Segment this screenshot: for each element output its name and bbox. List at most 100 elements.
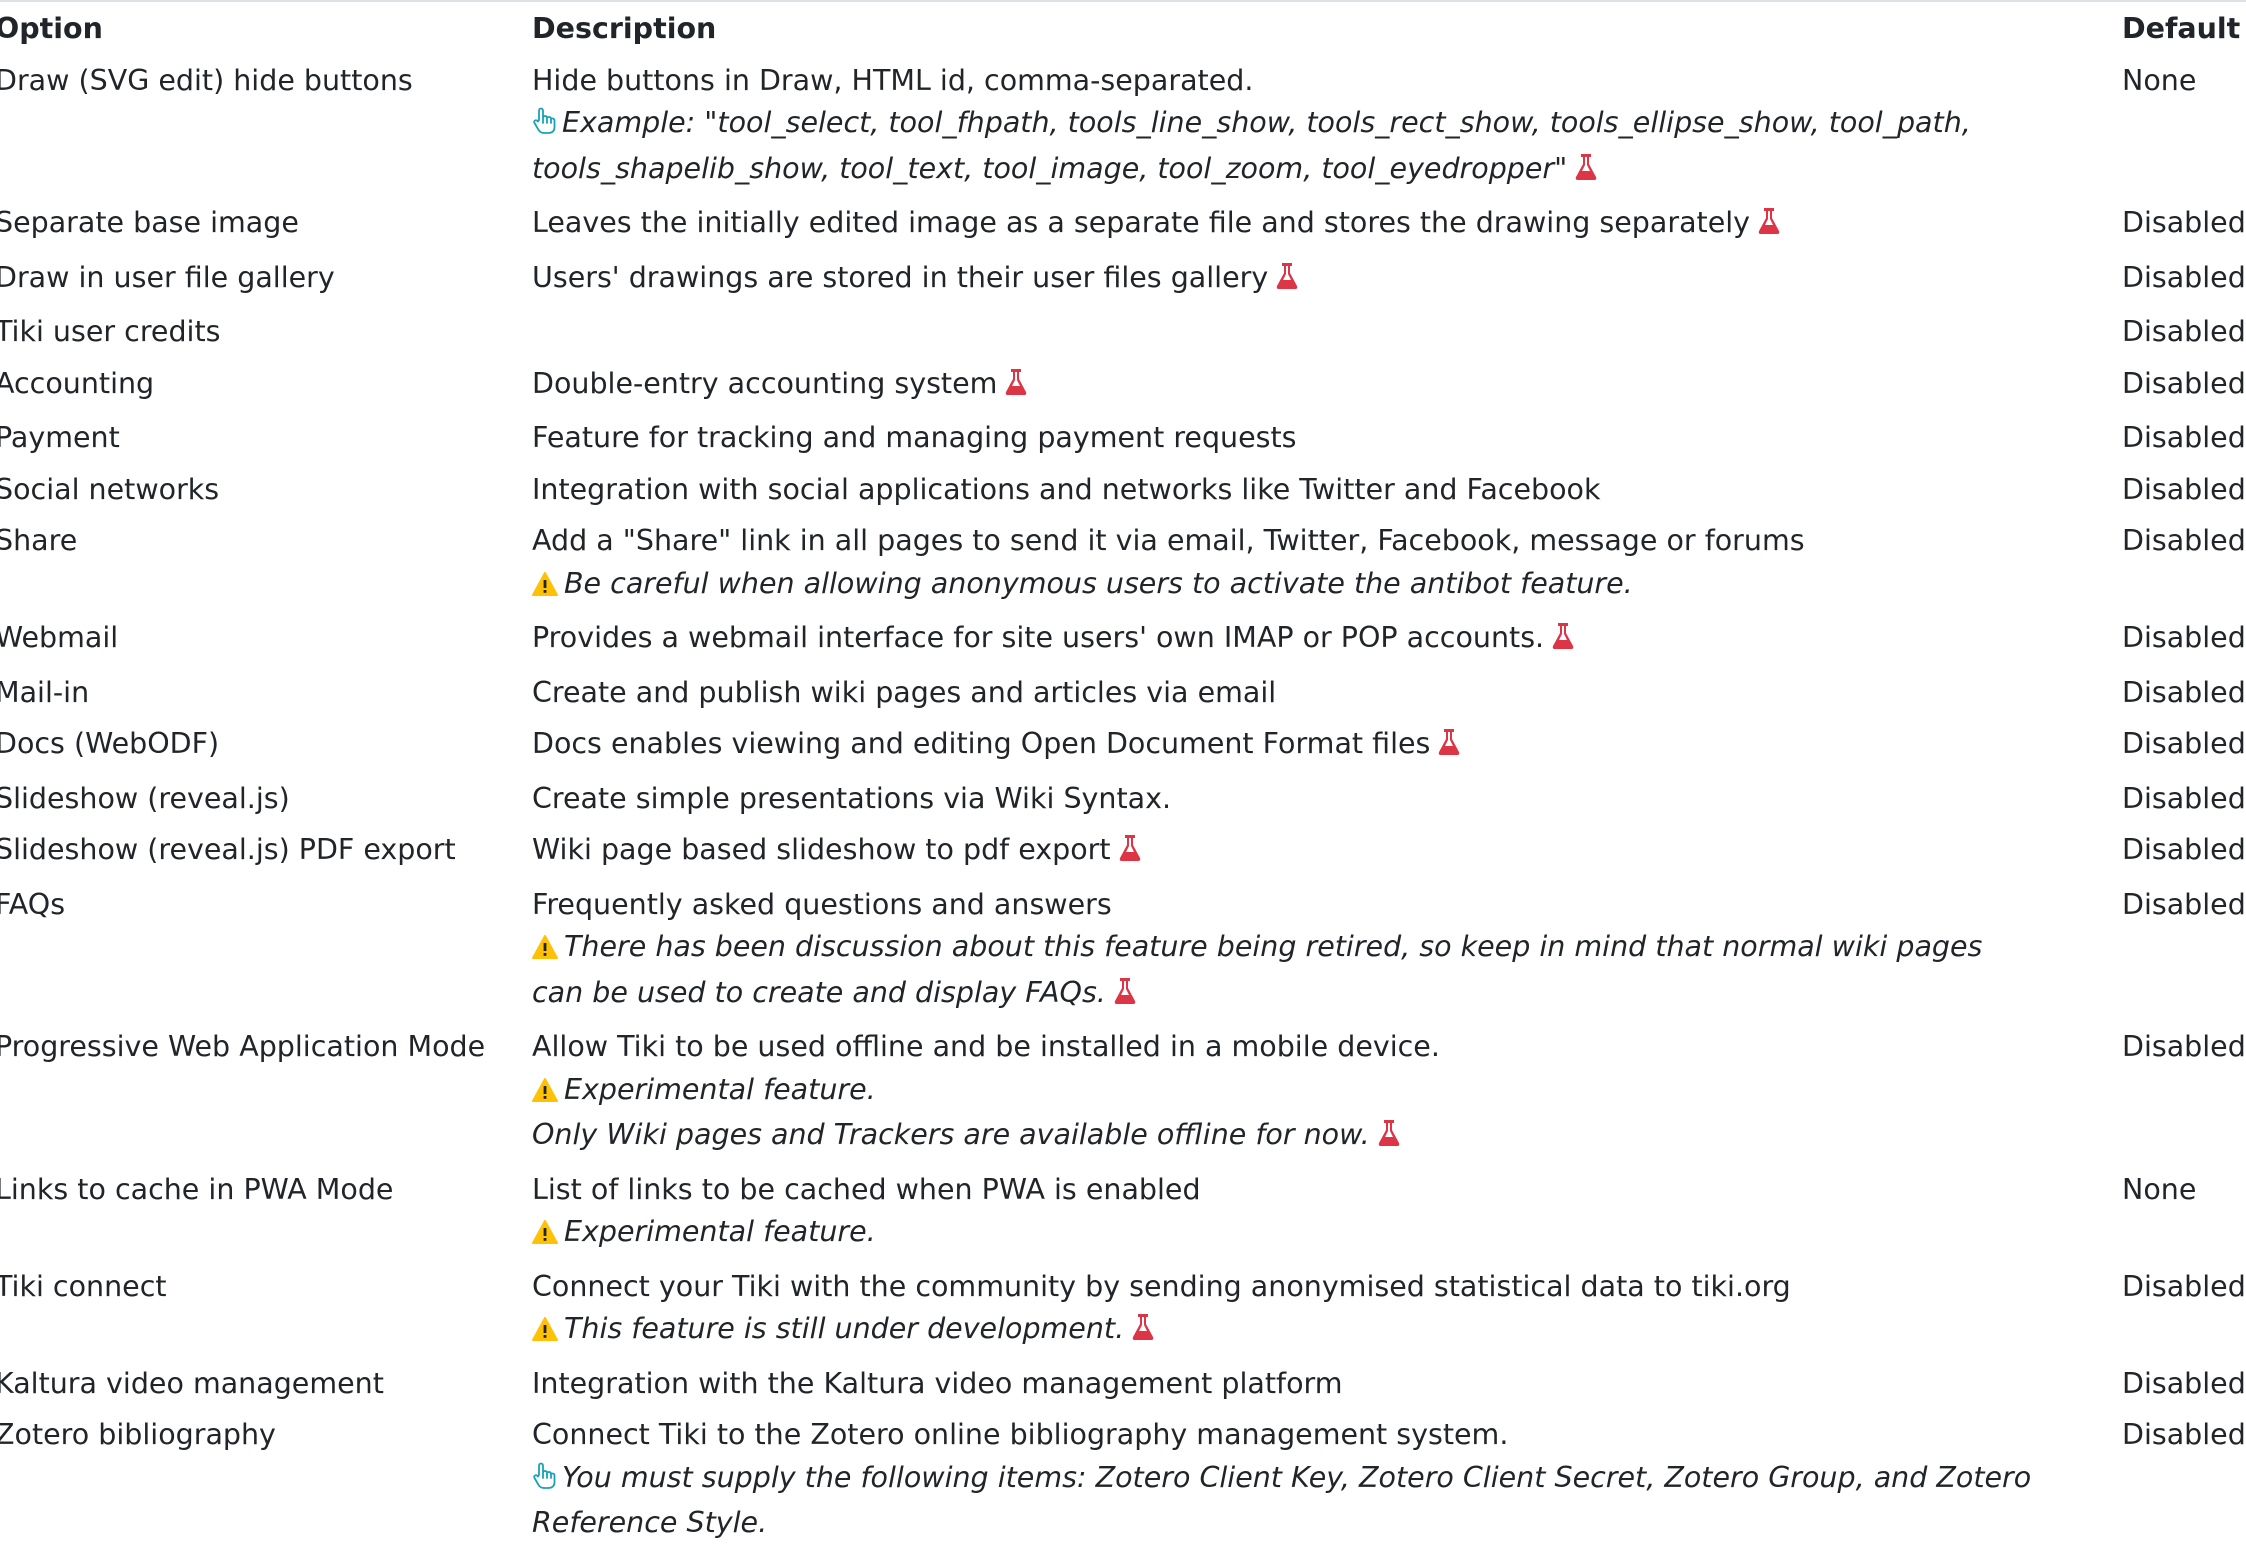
option-default-value: Disabled (2122, 315, 2246, 348)
option-description: Wiki page based slideshow to pdf export (532, 824, 2122, 879)
column-header-default: Default (2122, 12, 2241, 45)
pointing-hand-icon (532, 105, 556, 148)
option-name: Accounting (0, 366, 155, 400)
option-description: Frequently asked questions and answers Th… (532, 879, 2122, 1022)
option-description (532, 306, 2122, 358)
option-default-value: Disabled (2122, 472, 2246, 506)
warning-icon (532, 1072, 558, 1115)
option-name: Slideshow (reveal.js) PDF export (0, 833, 456, 866)
option-default-value: Disabled (2122, 206, 2246, 239)
option-name: Draw (SVG edit) hide buttons (0, 63, 413, 97)
description-text: Create simple presentations via Wiki Syn… (532, 781, 1172, 815)
description-main: Users' drawings are stored in their user… (532, 257, 2122, 303)
note-text: This feature is still under development. (564, 1312, 1125, 1345)
table-row: FAQs Frequently asked questions and answe… (0, 879, 2246, 1022)
flask-icon (1552, 620, 1574, 663)
description-note: Experimental feature. (532, 1211, 2122, 1257)
option-description: Allow Tiki to be used offline and be ins… (532, 1021, 2122, 1164)
note-text: Experimental feature. (564, 1215, 876, 1248)
description-text: List of links to be cached when PWA is e… (532, 1172, 1201, 1206)
description-text: Users' drawings are stored in their user… (532, 260, 1269, 294)
description-main: Double-entry accounting system (532, 363, 2122, 409)
feature-options-table: Option Description Default Draw (SVG edi… (0, 2, 2246, 1549)
description-text: Add a "Share" link in all pages to send … (532, 524, 1805, 557)
note-text: Only Wiki pages and Trackers are availab… (532, 1118, 1370, 1151)
option-name: FAQs (0, 887, 66, 921)
description-main: Connect your Tiki with the community by … (532, 1266, 2122, 1309)
pointing-hand-icon (532, 1460, 556, 1503)
description-note: You must supply the following items: Zot… (532, 1457, 2122, 1503)
flask-icon (1119, 832, 1141, 875)
option-name: Share (0, 524, 78, 557)
description-main: Connect Tiki to the Zotero online biblio… (532, 1414, 2122, 1457)
description-text: Connect your Tiki with the community by … (532, 1269, 1791, 1303)
description-main: List of links to be cached when PWA is e… (532, 1169, 2122, 1212)
description-note: tools_shapelib_show, tool_text, tool_ima… (532, 148, 2122, 194)
option-description: Docs enables viewing and editing Open Do… (532, 718, 2122, 773)
option-default-value: Disabled (2122, 621, 2246, 654)
note-text: You must supply the following items: Zot… (562, 1460, 2032, 1494)
description-main: Add a "Share" link in all pages to send … (532, 520, 2122, 563)
option-default-value: Disabled (2122, 260, 2246, 294)
option-default-value: Disabled (2122, 524, 2246, 557)
description-main: Integration with the Kaltura video manag… (532, 1363, 2122, 1406)
note-text: There has been discussion about this fea… (564, 930, 1983, 963)
table-row: Slideshow (reveal.js) PDF export Wiki pag… (0, 824, 2246, 879)
flask-icon (1005, 366, 1027, 409)
description-text: Leaves the initially edited image as a s… (532, 206, 1751, 239)
option-description: Hide buttons in Draw, HTML id, comma-sep… (532, 55, 2122, 198)
option-name: Tiki user credits (0, 315, 221, 348)
note-text: Experimental feature. (564, 1072, 876, 1106)
description-note: Only Wiki pages and Trackers are availab… (532, 1114, 2122, 1160)
option-description: Double-entry accounting system (532, 358, 2122, 413)
table-row: Tiki user credits Disabled (0, 306, 2246, 358)
description-main: Allow Tiki to be used offline and be ins… (532, 1026, 2122, 1069)
option-description: Create simple presentations via Wiki Syn… (532, 773, 2122, 825)
description-note: Reference Style. (532, 1502, 2122, 1545)
description-main: Integration with social applications and… (532, 469, 2122, 512)
option-name: Zotero bibliography (0, 1418, 276, 1451)
option-name: Docs (WebODF) (0, 727, 220, 760)
option-default-value: Disabled (2122, 1366, 2246, 1400)
option-description: Provides a webmail interface for site us… (532, 612, 2122, 667)
table-row: Links to cache in PWA Mode List of links … (0, 1164, 2246, 1261)
description-note: Experimental feature. (532, 1069, 2122, 1115)
note-text: tools_shapelib_show, tool_text, tool_ima… (532, 151, 1568, 185)
description-text: Docs enables viewing and editing Open Do… (532, 727, 1431, 760)
description-main: Leaves the initially edited image as a s… (532, 202, 2122, 248)
option-name: Social networks (0, 472, 220, 506)
warning-icon (532, 1311, 558, 1354)
description-note: can be used to create and display FAQs. (532, 972, 2122, 1018)
flask-icon (1438, 726, 1460, 769)
option-default-value: Disabled (2122, 675, 2246, 709)
option-name: Slideshow (reveal.js) (0, 781, 290, 815)
description-text: Allow Tiki to be used offline and be ins… (532, 1030, 1440, 1063)
description-text: Provides a webmail interface for site us… (532, 621, 1545, 654)
description-text: Integration with the Kaltura video manag… (532, 1366, 1343, 1400)
warning-icon (532, 929, 558, 972)
option-description: List of links to be cached when PWA is e… (532, 1164, 2122, 1261)
option-description: Connect your Tiki with the community by … (532, 1261, 2122, 1358)
table-row: Social networks Integration with social a… (0, 464, 2246, 516)
table-row: Progressive Web Application Mode Allow Ti… (0, 1021, 2246, 1164)
flask-icon (1276, 260, 1298, 303)
option-description: Connect Tiki to the Zotero online biblio… (532, 1409, 2122, 1549)
option-default-value: Disabled (2122, 421, 2246, 454)
option-default-value: Disabled (2122, 727, 2246, 760)
option-name: Separate base image (0, 206, 299, 239)
description-note: This feature is still under development. (532, 1308, 2122, 1354)
description-main: Create and publish wiki pages and articl… (532, 672, 2122, 715)
table-row: Mail-in Create and publish wiki pages and… (0, 667, 2246, 719)
option-default-value: None (2122, 63, 2197, 97)
note-text: Example: "tool_select, tool_fhpath, tool… (562, 106, 1971, 139)
option-description: Feature for tracking and managing paymen… (532, 412, 2122, 464)
description-text: Frequently asked questions and answers (532, 887, 1112, 921)
description-text: Feature for tracking and managing paymen… (532, 421, 1297, 454)
option-default-value: Disabled (2122, 1030, 2246, 1063)
description-note: There has been discussion about this fea… (532, 926, 2122, 972)
description-main: Wiki page based slideshow to pdf export (532, 829, 2122, 875)
table-body: Draw (SVG edit) hide buttons Hide buttons… (0, 55, 2246, 1549)
description-note: Be careful when allowing anonymous users… (532, 563, 2122, 609)
table-row: Share Add a "Share" link in all pages to … (0, 515, 2246, 612)
option-name: Payment (0, 421, 120, 454)
